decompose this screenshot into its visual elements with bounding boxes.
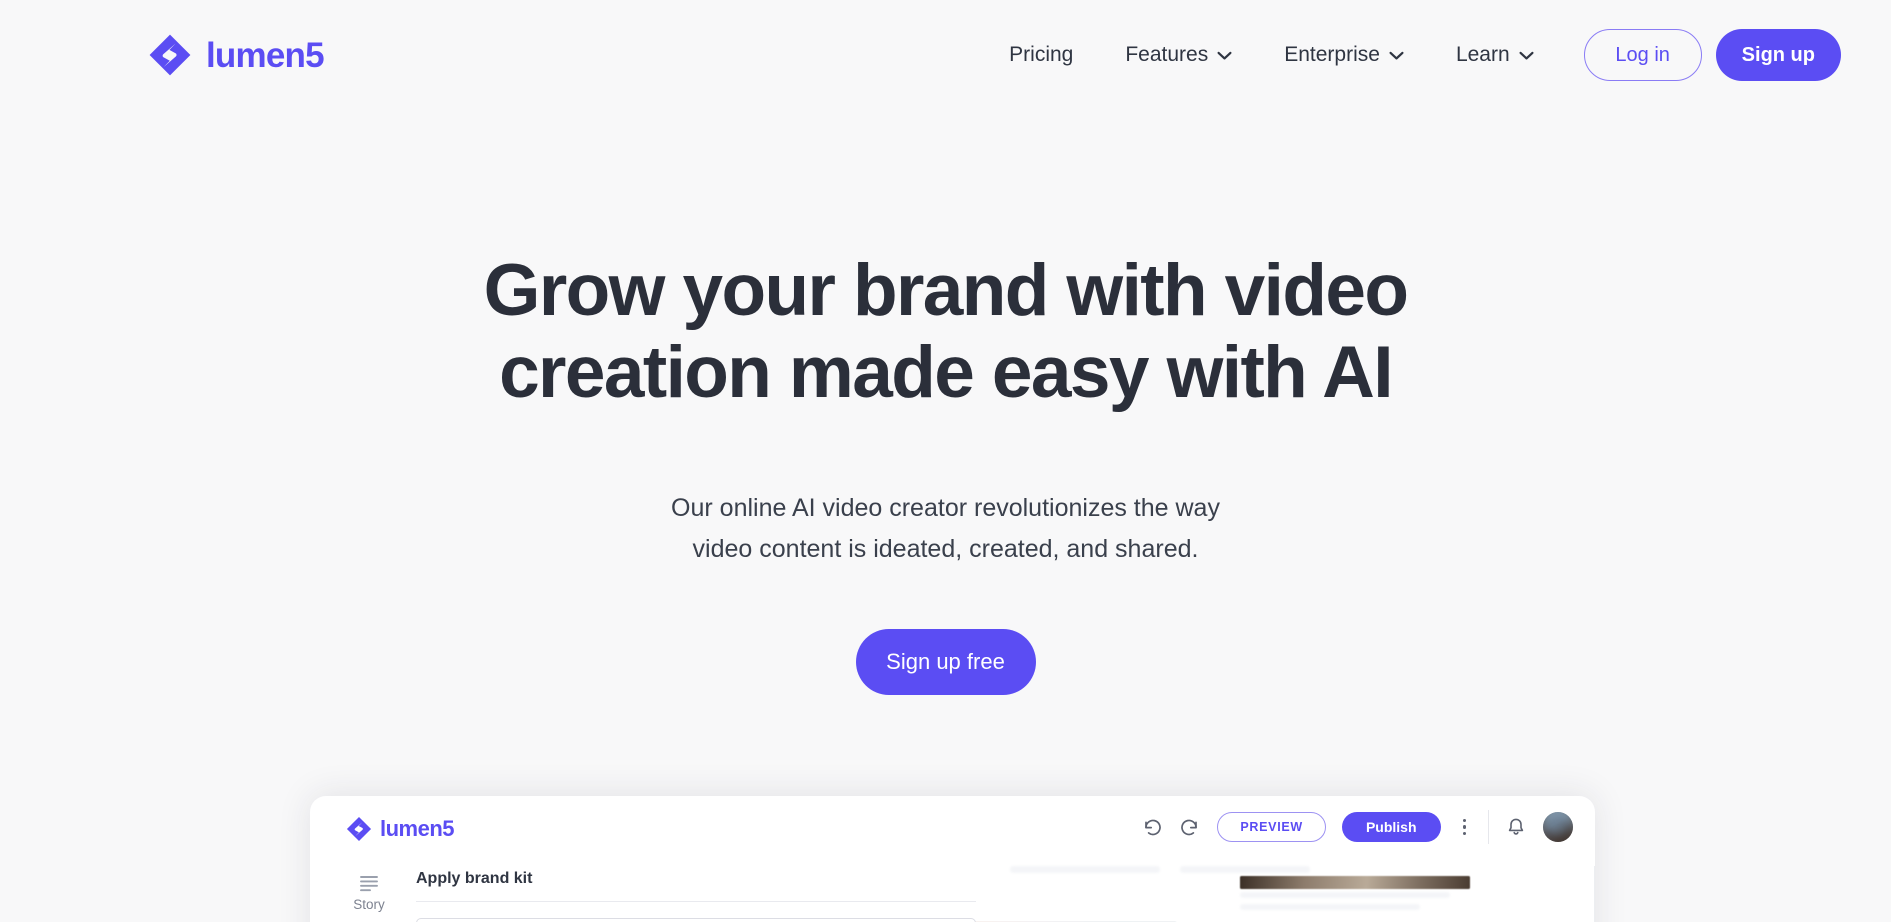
login-button[interactable]: Log in xyxy=(1583,29,1702,81)
bell-icon[interactable] xyxy=(1505,816,1527,838)
signup-button[interactable]: Sign up xyxy=(1715,29,1841,81)
avatar[interactable] xyxy=(1543,812,1573,842)
undo-arrow-icon[interactable] xyxy=(1141,816,1163,838)
ghost-placeholder xyxy=(1010,866,1160,873)
story-lines-icon xyxy=(340,874,398,894)
app-preview-body: Story Apply brand kit None 00:15 xyxy=(310,866,1595,922)
nav-item-label: Enterprise xyxy=(1284,43,1380,66)
preview-button[interactable]: PREVIEW xyxy=(1217,812,1326,842)
app-preview-toolbar: lumen5 PREVIEW Publish xyxy=(310,796,1595,866)
app-preview-brand-logo[interactable]: lumen5 xyxy=(346,816,455,842)
signup-free-button[interactable]: Sign up free xyxy=(855,628,1036,695)
hero-subtitle-line-2: video content is ideated, created, and s… xyxy=(692,535,1199,563)
nav-item-label: Learn xyxy=(1455,43,1510,66)
brand-kit-select[interactable]: None xyxy=(416,918,976,922)
ghost-placeholder xyxy=(1240,904,1420,910)
brand-name: lumen5 xyxy=(206,35,325,75)
app-preview-toolbar-actions: PREVIEW Publish xyxy=(1141,810,1573,844)
panel-divider xyxy=(416,901,976,902)
chevron-down-icon xyxy=(1389,51,1404,60)
landing-page: lumen5 Pricing Features Enterprise Learn xyxy=(0,0,1891,922)
site-header: lumen5 Pricing Features Enterprise Learn xyxy=(0,0,1891,110)
hero-subtitle: Our online AI video creator revolutioniz… xyxy=(0,488,1891,571)
nav-item-features[interactable]: Features xyxy=(1099,33,1258,77)
sidebar-item-story[interactable]: Story xyxy=(340,874,398,912)
nav-item-learn[interactable]: Learn xyxy=(1430,33,1560,77)
brand-kit-title: Apply brand kit xyxy=(416,870,533,887)
hero-section: Grow your brand with video creation made… xyxy=(0,110,1891,695)
lumen5-diamond-logo-icon xyxy=(346,816,372,842)
nav-item-label: Features xyxy=(1125,43,1209,66)
sidebar-item-label: Story xyxy=(353,897,385,912)
page-title-line-1: Grow your brand with video xyxy=(483,250,1409,331)
app-preview-mockup: lumen5 PREVIEW Publish Story Apply brand… xyxy=(310,796,1595,922)
brand-logo[interactable]: lumen5 xyxy=(148,33,325,77)
nav-item-pricing[interactable]: Pricing xyxy=(983,33,1099,77)
lumen5-diamond-logo-icon xyxy=(148,33,192,77)
hero-subtitle-line-1: Our online AI video creator revolutioniz… xyxy=(671,493,1220,522)
ghost-placeholder xyxy=(1240,892,1450,898)
nav-item-label: Pricing xyxy=(1009,43,1074,66)
nav-item-enterprise[interactable]: Enterprise xyxy=(1258,33,1430,77)
page-title-line-2: creation made easy with AI xyxy=(499,331,1393,413)
toolbar-divider xyxy=(1488,810,1489,844)
ghost-placeholder xyxy=(1180,866,1310,873)
main-nav: Pricing Features Enterprise Learn Log in… xyxy=(983,29,1841,81)
panel-divider xyxy=(1594,866,1595,922)
brand-kit-panel: Apply brand kit None xyxy=(416,870,976,922)
app-preview-brand-name: lumen5 xyxy=(380,816,455,841)
chevron-down-icon xyxy=(1217,51,1232,60)
chevron-down-icon xyxy=(1519,51,1534,60)
redo-arrow-icon[interactable] xyxy=(1179,816,1201,838)
page-title: Grow your brand with video creation made… xyxy=(0,250,1891,414)
kebab-menu-icon[interactable] xyxy=(1457,815,1473,840)
video-thumbnail-strip xyxy=(1240,876,1470,889)
publish-button[interactable]: Publish xyxy=(1341,812,1441,842)
